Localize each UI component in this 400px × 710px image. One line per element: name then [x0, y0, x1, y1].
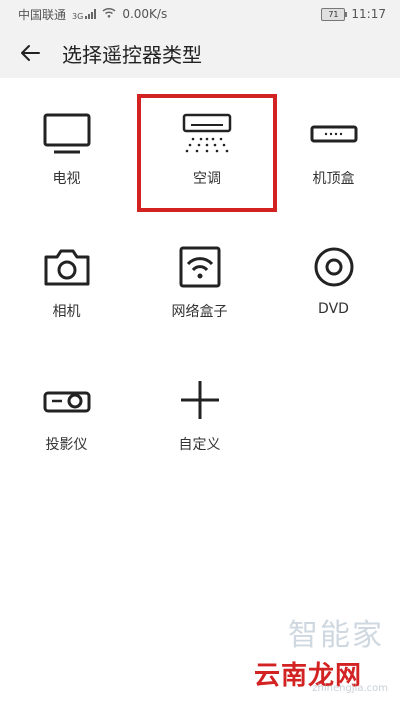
device-label: 投影仪 [45, 437, 88, 453]
device-type-panel: 电视 空调 机顶盒 相机 网络盒子 DVD 投影仪 自定义 智能家 云南龙网 z… [0, 78, 400, 710]
projector-icon [39, 378, 95, 422]
arrow-left-icon [21, 45, 40, 61]
status-left: 中国联通 3G 0.00K/s [18, 6, 167, 23]
header: 选择遥控器类型 [0, 28, 400, 78]
device-set-top-box[interactable]: 机顶盒 [267, 78, 400, 210]
watermark-url: zhinengjia.com [312, 683, 388, 694]
device-label: 机顶盒 [312, 171, 355, 187]
status-right: 71 11:17 [321, 7, 386, 21]
air-conditioner-icon [179, 112, 235, 156]
wifi-icon [102, 7, 116, 21]
set-top-box-icon [306, 112, 362, 156]
watermark: 智能家 云南龙网 zhinengjia.com [240, 610, 390, 700]
watermark-top: 智能家 [288, 618, 384, 653]
device-camera[interactable]: 相机 [0, 211, 133, 343]
device-label: 电视 [52, 171, 81, 187]
camera-icon [39, 245, 95, 289]
network-speed: 0.00K/s [122, 7, 168, 21]
device-network-box[interactable]: 网络盒子 [133, 211, 266, 343]
battery-icon: 71 [321, 7, 348, 21]
page-title: 选择遥控器类型 [62, 42, 202, 67]
device-air-conditioner[interactable]: 空调 [137, 94, 277, 212]
device-label: 网络盒子 [171, 304, 228, 320]
carrier-label: 中国联通 [18, 7, 67, 22]
battery-level: 71 [328, 9, 339, 19]
device-label: 相机 [52, 304, 81, 320]
signal-icon [85, 9, 97, 19]
network-type: 3G [72, 11, 84, 21]
device-custom[interactable]: 自定义 [133, 344, 266, 476]
device-dvd[interactable]: DVD [267, 211, 400, 343]
device-label: 自定义 [178, 437, 221, 453]
device-label: DVD [318, 301, 349, 317]
device-projector[interactable]: 投影仪 [0, 344, 133, 476]
status-bar: 中国联通 3G 0.00K/s 71 11:17 [0, 0, 400, 28]
back-button[interactable] [12, 35, 48, 71]
network-box-icon [172, 245, 228, 289]
device-tv[interactable]: 电视 [0, 78, 133, 210]
device-label: 空调 [193, 171, 221, 187]
plus-icon [172, 378, 228, 422]
dvd-icon [306, 245, 362, 289]
tv-icon [39, 112, 95, 156]
clock: 11:17 [351, 7, 386, 21]
